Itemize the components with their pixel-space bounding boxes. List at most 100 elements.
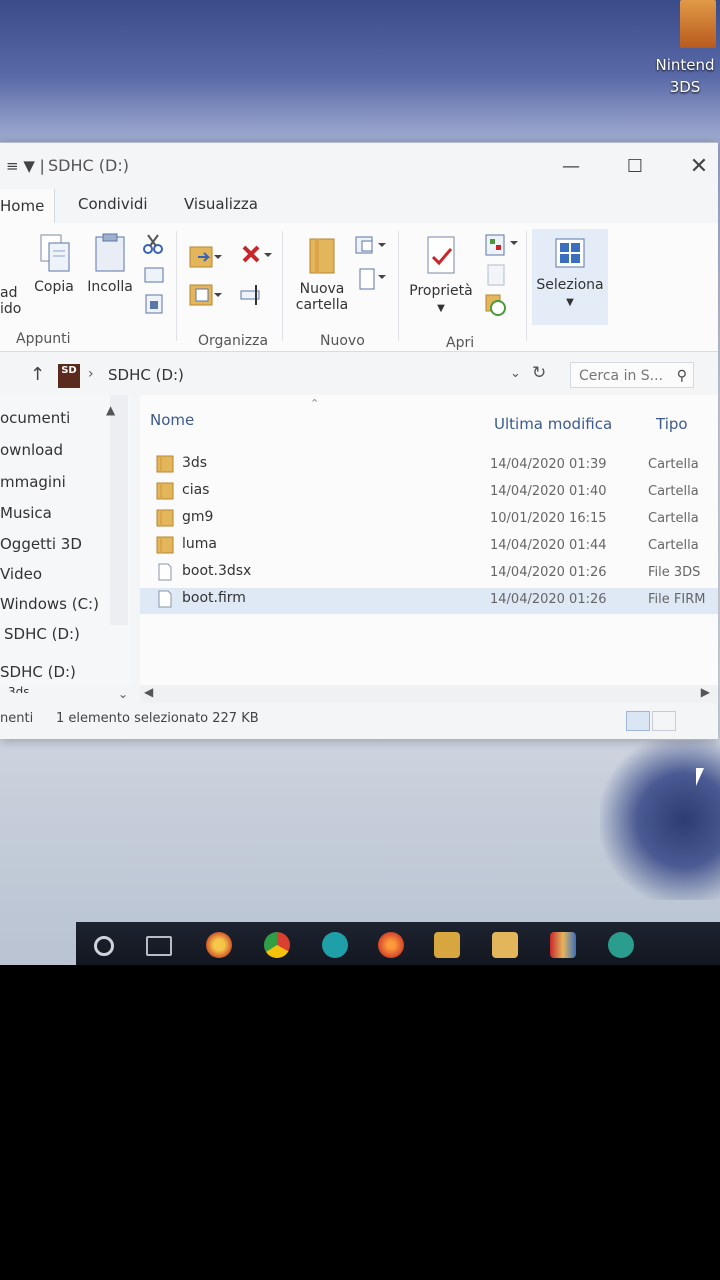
- nav-item-video[interactable]: Video: [0, 565, 42, 583]
- nav-item-immagini[interactable]: mmagini: [0, 473, 66, 491]
- search-input[interactable]: Cerca in S... ⚲: [570, 362, 694, 388]
- nintendo-3ds-icon: [680, 0, 716, 48]
- file-row[interactable]: boot.firm 14/04/2020 01:26 File FIRM: [140, 588, 718, 614]
- new-folder-button[interactable]: Nuova cartella: [294, 237, 350, 313]
- nav-item-windows-c[interactable]: Windows (C:): [0, 595, 99, 613]
- horizontal-scrollbar[interactable]: ◀ ▶: [140, 685, 718, 703]
- chevron-down-icon[interactable]: ⌄: [510, 366, 521, 381]
- chrome-icon[interactable]: [264, 932, 290, 958]
- file-row[interactable]: 3ds 14/04/2020 01:39 Cartella: [140, 453, 718, 479]
- window-title: SDHC (D:): [48, 156, 129, 175]
- file-explorer-icon[interactable]: [492, 932, 518, 958]
- copy-to-icon[interactable]: [188, 281, 222, 309]
- maximize-button[interactable]: ☐: [612, 149, 658, 185]
- open-icon[interactable]: [484, 233, 520, 257]
- ribbon: ad ido Copia Incolla Nuova cartella Prop…: [0, 223, 718, 352]
- file-row[interactable]: luma 14/04/2020 01:44 Cartella: [140, 534, 718, 560]
- tab-condividi[interactable]: Condividi: [78, 195, 148, 213]
- group-label-nuovo: Nuovo: [320, 333, 365, 349]
- address-path[interactable]: SDHC (D:): [108, 366, 184, 384]
- status-selection: 1 elemento selezionato 227 KB: [56, 711, 259, 726]
- file-type: Cartella: [648, 511, 699, 526]
- properties-icon: [427, 236, 455, 274]
- nav-item-download[interactable]: ownload: [0, 441, 63, 459]
- copy-path-icon[interactable]: [144, 267, 164, 283]
- app-icon[interactable]: [550, 932, 576, 958]
- close-button[interactable]: ✕: [676, 149, 718, 185]
- desktop-background: Nintend 3DS ≡ ▼ | SDHC (D:) — ☐ ✕ Home C…: [0, 0, 720, 965]
- column-header-name[interactable]: Nome: [150, 411, 194, 429]
- edit-icon[interactable]: [486, 263, 508, 287]
- nav-item-musica[interactable]: Musica: [0, 504, 52, 522]
- paste-shortcut-icon[interactable]: [144, 293, 164, 315]
- group-label-appunti: Appunti: [16, 331, 71, 347]
- paste-button[interactable]: Incolla: [84, 233, 136, 295]
- select-dropdown-arrow: ▼: [566, 297, 574, 308]
- file-modified: 14/04/2020 01:44: [490, 538, 607, 553]
- nav-item-documenti[interactable]: ocumenti: [0, 409, 70, 427]
- file-row[interactable]: boot.3dsx 14/04/2020 01:26 File 3DS: [140, 561, 718, 587]
- firefox-icon[interactable]: [378, 932, 404, 958]
- delete-icon[interactable]: [240, 243, 274, 271]
- file-name: gm9: [182, 509, 214, 525]
- tab-visualizza[interactable]: Visualizza: [184, 195, 258, 213]
- desktop-icon-nintendo-3ds[interactable]: Nintend 3DS: [650, 0, 720, 115]
- folder-icon: [156, 482, 174, 500]
- paste-label: Incolla: [87, 279, 133, 295]
- task-view-icon[interactable]: [146, 936, 172, 956]
- file-modified: 14/04/2020 01:26: [490, 565, 607, 580]
- new-folder-label-1: Nuova: [299, 281, 345, 297]
- file-modified: 10/01/2020 16:15: [490, 511, 607, 526]
- nav-scrollbar[interactable]: [110, 395, 128, 625]
- nav-item-sdhc-d[interactable]: SDHC (D:): [4, 625, 80, 643]
- details-view-icon[interactable]: [626, 711, 650, 731]
- scroll-right-icon[interactable]: ▶: [701, 685, 710, 699]
- copy-button[interactable]: Copia: [30, 233, 78, 295]
- select-all-icon: [555, 238, 585, 268]
- cut-icon[interactable]: [142, 233, 164, 255]
- large-icons-view-icon[interactable]: [652, 711, 676, 731]
- column-header-modified[interactable]: Ultima modifica: [494, 415, 612, 433]
- store-icon[interactable]: [434, 932, 460, 958]
- file-type: File 3DS: [648, 565, 701, 580]
- edge-icon[interactable]: [322, 932, 348, 958]
- scroll-up-icon[interactable]: ▲: [106, 403, 115, 417]
- move-to-icon[interactable]: [188, 243, 222, 271]
- group-label-apri: Apri: [446, 335, 475, 351]
- title-bar: ≡ ▼ | SDHC (D:) — ☐ ✕: [0, 143, 718, 189]
- column-header-type[interactable]: Tipo: [656, 415, 688, 433]
- new-item-icon[interactable]: [354, 235, 388, 257]
- mouse-cursor-icon: [696, 768, 704, 786]
- file-row[interactable]: cias 14/04/2020 01:40 Cartella: [140, 480, 718, 506]
- cortana-search-icon[interactable]: [94, 936, 114, 956]
- navigation-pane: ▲ ocumenti ownload mmagini Musica Oggett…: [0, 395, 130, 693]
- scroll-down-icon[interactable]: ⌄: [118, 687, 128, 701]
- chevron-right-icon[interactable]: ›: [88, 366, 94, 382]
- rename-icon[interactable]: [240, 283, 264, 307]
- properties-button[interactable]: Proprietà ▼: [404, 235, 478, 315]
- telegram-icon[interactable]: [608, 932, 634, 958]
- nav-item-oggetti-3d[interactable]: Oggetti 3D: [0, 535, 82, 553]
- file-type: Cartella: [648, 538, 699, 553]
- ribbon-separator: [176, 231, 177, 341]
- address-bar: ↑ SD › SDHC (D:) ⌄ ↻ Cerca in S... ⚲: [0, 358, 718, 394]
- group-label-organizza: Organizza: [198, 333, 269, 349]
- file-list: ⌃ Nome Ultima modifica Tipo 3ds 14/04/202…: [140, 395, 718, 687]
- ribbon-separator-2: [282, 231, 283, 341]
- select-button[interactable]: Seleziona ▼: [532, 229, 608, 325]
- easy-access-icon[interactable]: [354, 267, 388, 291]
- pin-quick-access-button[interactable]: ad ido: [0, 285, 21, 317]
- file-row[interactable]: gm9 10/01/2020 16:15 Cartella: [140, 507, 718, 533]
- scroll-left-icon[interactable]: ◀: [144, 685, 153, 699]
- refresh-icon[interactable]: ↻: [532, 363, 546, 383]
- up-arrow-icon[interactable]: ↑: [30, 364, 45, 385]
- history-icon[interactable]: [484, 293, 508, 317]
- minimize-button[interactable]: —: [548, 149, 594, 185]
- chrome-canary-icon[interactable]: [206, 932, 232, 958]
- tab-home[interactable]: Home: [0, 189, 56, 223]
- file-name: 3ds: [182, 455, 208, 471]
- file-icon: [156, 563, 174, 581]
- nav-item-3ds[interactable]: 3ds: [8, 685, 30, 693]
- nav-item-sdhc-d-root[interactable]: SDHC (D:): [0, 663, 76, 681]
- quick-access-toolbar[interactable]: ≡ ▼ |: [6, 157, 45, 175]
